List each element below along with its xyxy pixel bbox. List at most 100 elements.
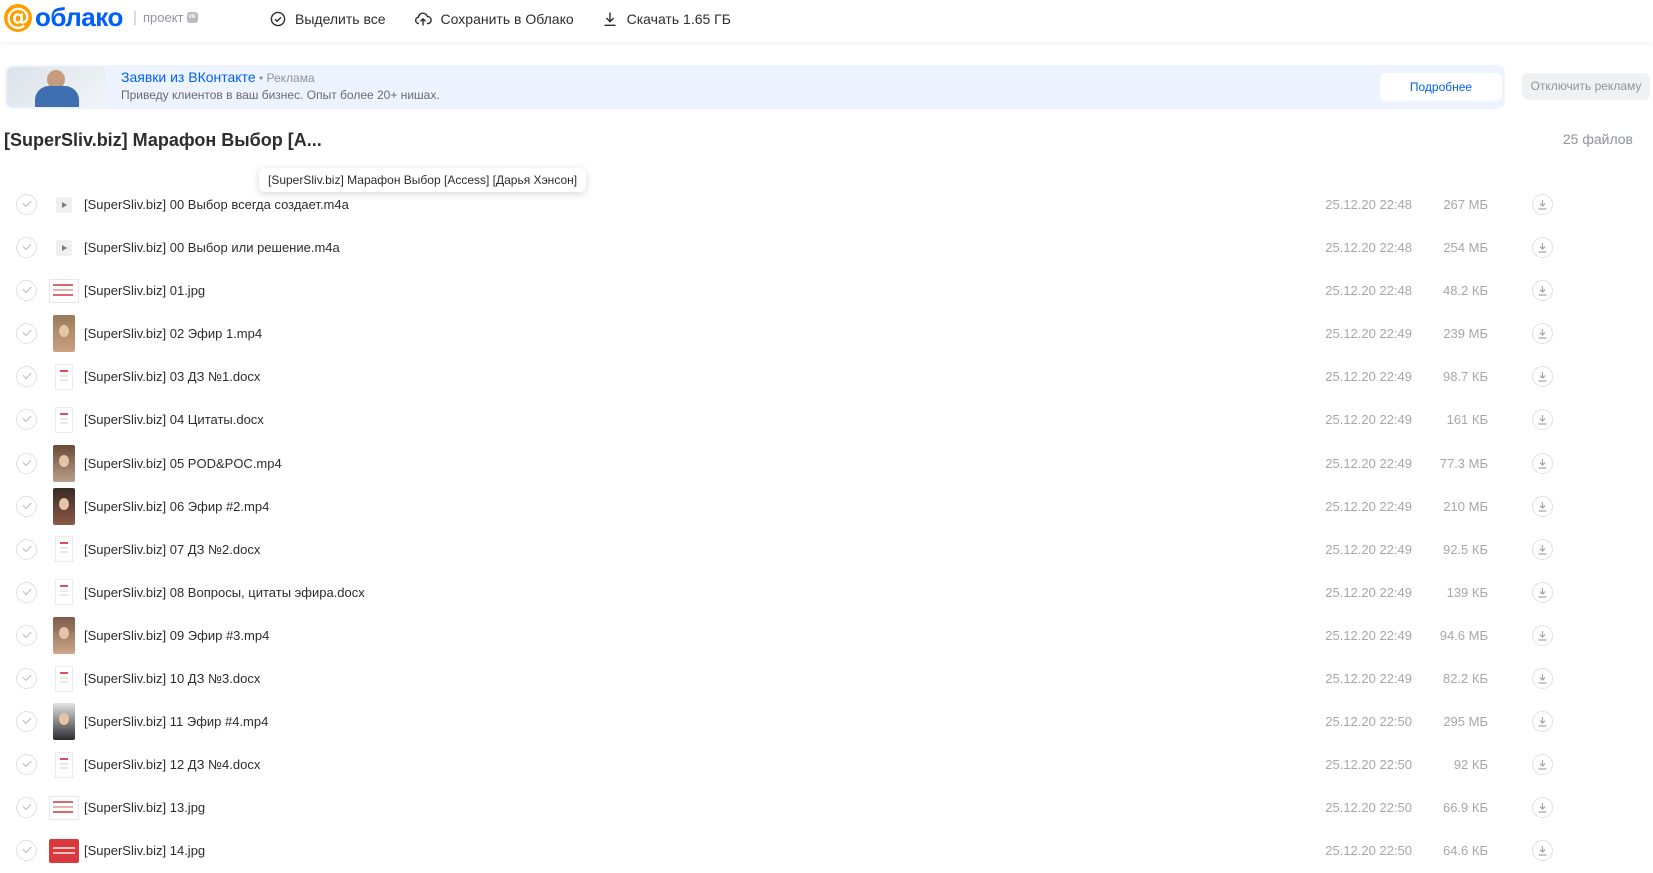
select-checkbox[interactable]: [16, 280, 37, 302]
file-row[interactable]: [SuperSliv.biz] 06 Эфир #2.mp4 25.12.20 2…: [0, 485, 1653, 528]
video-thumbnail: [49, 487, 79, 525]
save-to-cloud-button[interactable]: Сохранить в Облако: [414, 11, 574, 27]
file-download-button[interactable]: [1532, 711, 1553, 733]
select-checkbox[interactable]: [16, 366, 37, 388]
ad-label: • Реклама: [255, 71, 315, 85]
select-checkbox[interactable]: [16, 668, 37, 690]
download-icon: [1538, 501, 1547, 512]
file-row[interactable]: [SuperSliv.biz] 00 Выбор всегда создает.…: [0, 183, 1653, 226]
file-row[interactable]: [SuperSliv.biz] 05 POD&POC.mp4 25.12.20 2…: [0, 442, 1653, 485]
file-row[interactable]: [SuperSliv.biz] 08 Вопросы, цитаты эфира…: [0, 571, 1653, 614]
file-date: 25.12.20 22:48: [1325, 240, 1412, 256]
select-checkbox[interactable]: [16, 711, 37, 733]
download-icon: [1538, 200, 1547, 210]
file-row[interactable]: [SuperSliv.biz] 10 ДЗ №3.docx 25.12.20 22…: [0, 657, 1653, 700]
file-name[interactable]: [SuperSliv.biz] 10 ДЗ №3.docx: [84, 657, 260, 700]
file-name[interactable]: [SuperSliv.biz] 02 Эфир 1.mp4: [84, 312, 262, 355]
file-size: 82.2 КБ: [1442, 671, 1488, 687]
file-row[interactable]: [SuperSliv.biz] 12 ДЗ №4.docx 25.12.20 22…: [0, 743, 1653, 786]
select-checkbox[interactable]: [16, 624, 37, 646]
select-checkbox[interactable]: [16, 840, 37, 862]
ad-more-button[interactable]: Подробнее: [1380, 73, 1502, 101]
file-row[interactable]: [SuperSliv.biz] 02 Эфир 1.mp4 25.12.20 22…: [0, 312, 1653, 355]
file-download-button[interactable]: [1532, 668, 1553, 690]
file-size: 239 МБ: [1443, 326, 1488, 342]
folder-title: [SuperSliv.biz] Марафон Выбор [A...: [4, 130, 322, 150]
file-row[interactable]: [SuperSliv.biz] 01.jpg 25.12.20 22:48 48.2…: [0, 269, 1653, 312]
file-name[interactable]: [SuperSliv.biz] 08 Вопросы, цитаты эфира…: [84, 571, 365, 614]
select-all-button[interactable]: Выделить все: [270, 11, 386, 27]
file-download-button[interactable]: [1532, 797, 1553, 819]
file-download-button[interactable]: [1532, 409, 1553, 431]
file-name[interactable]: [SuperSliv.biz] 03 ДЗ №1.docx: [84, 355, 260, 398]
file-download-button[interactable]: [1532, 840, 1553, 862]
download-all-label: Скачать 1.65 ГБ: [626, 11, 731, 27]
file-size: 66.9 КБ: [1442, 800, 1488, 816]
document-thumbnail: [49, 359, 79, 394]
file-name[interactable]: [SuperSliv.biz] 06 Эфир #2.mp4: [84, 485, 269, 528]
file-name[interactable]: [SuperSliv.biz] 01.jpg: [84, 269, 205, 312]
file-size: 254 МБ: [1443, 240, 1488, 256]
file-download-button[interactable]: [1532, 280, 1553, 302]
file-date: 25.12.20 22:50: [1325, 714, 1412, 730]
file-download-button[interactable]: [1532, 754, 1553, 776]
video-thumbnail: [49, 315, 79, 353]
file-name[interactable]: [SuperSliv.biz] 07 ДЗ №2.docx: [84, 528, 260, 571]
file-name[interactable]: [SuperSliv.biz] 12 ДЗ №4.docx: [84, 743, 260, 786]
cloud-upload-icon: [414, 12, 432, 26]
file-row[interactable]: [SuperSliv.biz] 03 ДЗ №1.docx 25.12.20 22…: [0, 355, 1653, 398]
select-checkbox[interactable]: [16, 194, 37, 215]
file-name[interactable]: [SuperSliv.biz] 13.jpg: [84, 786, 205, 829]
select-checkbox[interactable]: [16, 409, 37, 431]
file-download-button[interactable]: [1532, 581, 1553, 603]
file-name[interactable]: [SuperSliv.biz] 05 POD&POC.mp4: [84, 442, 282, 485]
select-checkbox[interactable]: [16, 797, 37, 819]
file-row[interactable]: [SuperSliv.biz] 00 Выбор или решение.m4a…: [0, 226, 1653, 269]
select-checkbox[interactable]: [16, 538, 37, 560]
file-name[interactable]: [SuperSliv.biz] 04 Цитаты.docx: [84, 398, 264, 441]
select-checkbox[interactable]: [16, 754, 37, 776]
file-row[interactable]: [SuperSliv.biz] 09 Эфир #3.mp4 25.12.20 2…: [0, 614, 1653, 657]
ad-title[interactable]: Заявки из ВКонтакте • Реклама: [121, 69, 315, 85]
select-checkbox[interactable]: [16, 495, 37, 517]
file-download-button[interactable]: [1532, 538, 1553, 560]
download-icon: [1538, 760, 1547, 770]
file-download-button[interactable]: [1532, 237, 1553, 259]
file-size: 77.3 МБ: [1439, 455, 1488, 471]
select-checkbox[interactable]: [16, 237, 37, 259]
file-download-button[interactable]: [1532, 624, 1553, 646]
download-icon: [1538, 674, 1547, 684]
document-thumbnail: [49, 532, 79, 567]
file-name[interactable]: [SuperSliv.biz] 00 Выбор или решение.m4a: [84, 226, 340, 269]
toolbar: Выделить все Сохранить в Облако Скачать …: [270, 0, 731, 38]
file-size: 139 КБ: [1446, 584, 1488, 600]
select-checkbox[interactable]: [16, 323, 37, 345]
file-count: 25 файлов: [1562, 131, 1633, 147]
ad-banner[interactable]: Заявки из ВКонтакте • Реклама Приведу кл…: [5, 65, 1505, 109]
file-size: 210 МБ: [1443, 498, 1488, 514]
file-name[interactable]: [SuperSliv.biz] 14.jpg: [84, 829, 205, 872]
project-label: проект: [142, 10, 184, 25]
file-download-button[interactable]: [1532, 194, 1553, 215]
check-circle-icon: [270, 11, 286, 27]
file-download-button[interactable]: [1532, 452, 1553, 474]
cloud-logo[interactable]: @ облако | проект vk: [4, 2, 198, 33]
file-size: 295 МБ: [1443, 714, 1488, 730]
file-size: 92 КБ: [1453, 757, 1488, 773]
file-size: 64.6 КБ: [1442, 843, 1488, 859]
file-download-button[interactable]: [1532, 495, 1553, 517]
file-download-button[interactable]: [1532, 366, 1553, 388]
file-download-button[interactable]: [1532, 323, 1553, 345]
select-checkbox[interactable]: [16, 452, 37, 474]
file-name[interactable]: [SuperSliv.biz] 09 Эфир #3.mp4: [84, 614, 269, 657]
file-row[interactable]: [SuperSliv.biz] 11 Эфир #4.mp4 25.12.20 2…: [0, 700, 1653, 743]
file-row[interactable]: [SuperSliv.biz] 14.jpg 25.12.20 22:50 64.6…: [0, 829, 1653, 872]
download-all-button[interactable]: Скачать 1.65 ГБ: [602, 11, 731, 27]
file-row[interactable]: [SuperSliv.biz] 04 Цитаты.docx 25.12.20 2…: [0, 398, 1653, 441]
logo-text: облако: [35, 2, 123, 32]
file-name[interactable]: [SuperSliv.biz] 11 Эфир #4.mp4: [84, 700, 268, 743]
file-row[interactable]: [SuperSliv.biz] 07 ДЗ №2.docx 25.12.20 22…: [0, 528, 1653, 571]
select-checkbox[interactable]: [16, 581, 37, 603]
disable-ads-button[interactable]: Отключить рекламу: [1522, 73, 1650, 100]
file-row[interactable]: [SuperSliv.biz] 13.jpg 25.12.20 22:50 66.9…: [0, 786, 1653, 829]
